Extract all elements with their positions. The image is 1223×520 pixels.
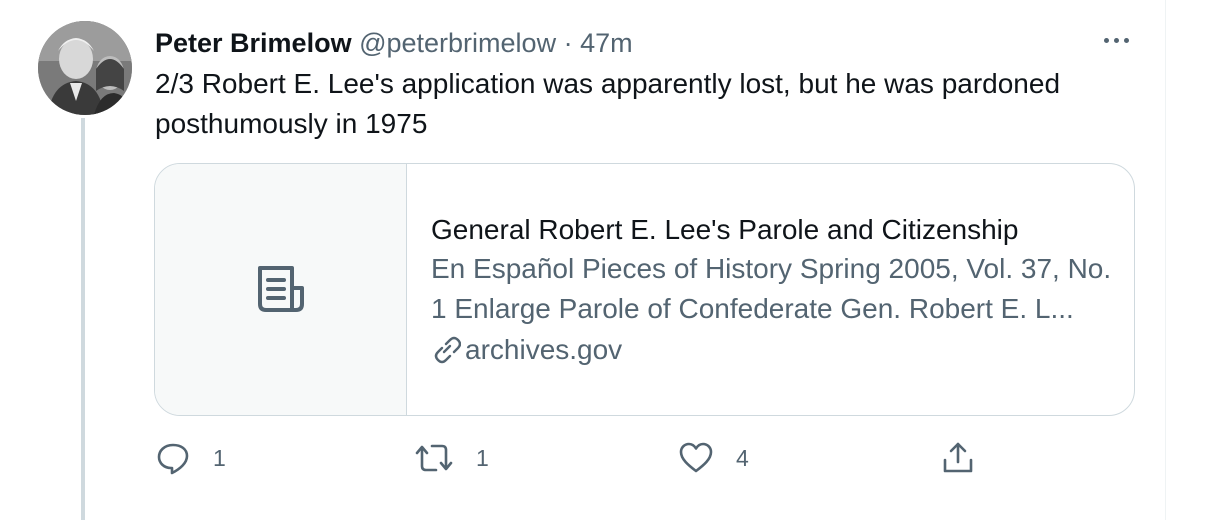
card-domain: archives.gov <box>431 330 1107 370</box>
retweet-button[interactable]: 1 <box>414 440 489 476</box>
header-separator: · <box>563 28 573 58</box>
share-icon <box>943 442 973 473</box>
reply-button[interactable]: 1 <box>155 440 226 476</box>
reply-count: 1 <box>213 444 226 471</box>
card-thumbnail <box>155 164 407 415</box>
author-name[interactable]: Peter Brimelow <box>155 28 352 58</box>
link-icon <box>434 336 461 364</box>
avatar[interactable] <box>38 21 132 115</box>
like-icon <box>679 442 713 473</box>
link-preview-card[interactable]: General Robert E. Lee's Parole and Citiz… <box>154 163 1135 416</box>
document-icon <box>257 265 304 312</box>
retweet-count: 1 <box>476 444 489 471</box>
tweet-text: 2/3 Robert E. Lee's application was appa… <box>155 68 1061 139</box>
card-description: En Español Pieces of History Spring 2005… <box>431 253 1112 324</box>
avatar-photo <box>38 21 132 115</box>
tweet-header: Peter Brimelow @peterbrimelow · 47m <box>155 26 633 60</box>
card-domain-text: archives.gov <box>465 334 623 365</box>
card-content: General Robert E. Lee's Parole and Citiz… <box>407 164 1111 415</box>
share-button[interactable] <box>940 440 976 476</box>
card-title: General Robert E. Lee's Parole and Citiz… <box>431 214 1019 245</box>
more-dot-icon <box>1123 37 1129 43</box>
more-dot-icon <box>1113 37 1119 43</box>
more-dot-icon <box>1103 37 1109 43</box>
tweet-timestamp[interactable]: 47m <box>580 28 633 58</box>
like-button[interactable]: 4 <box>678 440 749 476</box>
tweet-actions-bar: 1 1 4 <box>0 440 1223 480</box>
author-handle[interactable]: @peterbrimelow <box>359 28 556 58</box>
like-count: 4 <box>736 444 749 471</box>
more-options-button[interactable] <box>1097 28 1135 52</box>
reply-icon <box>157 443 189 475</box>
retweet-icon <box>415 444 453 472</box>
